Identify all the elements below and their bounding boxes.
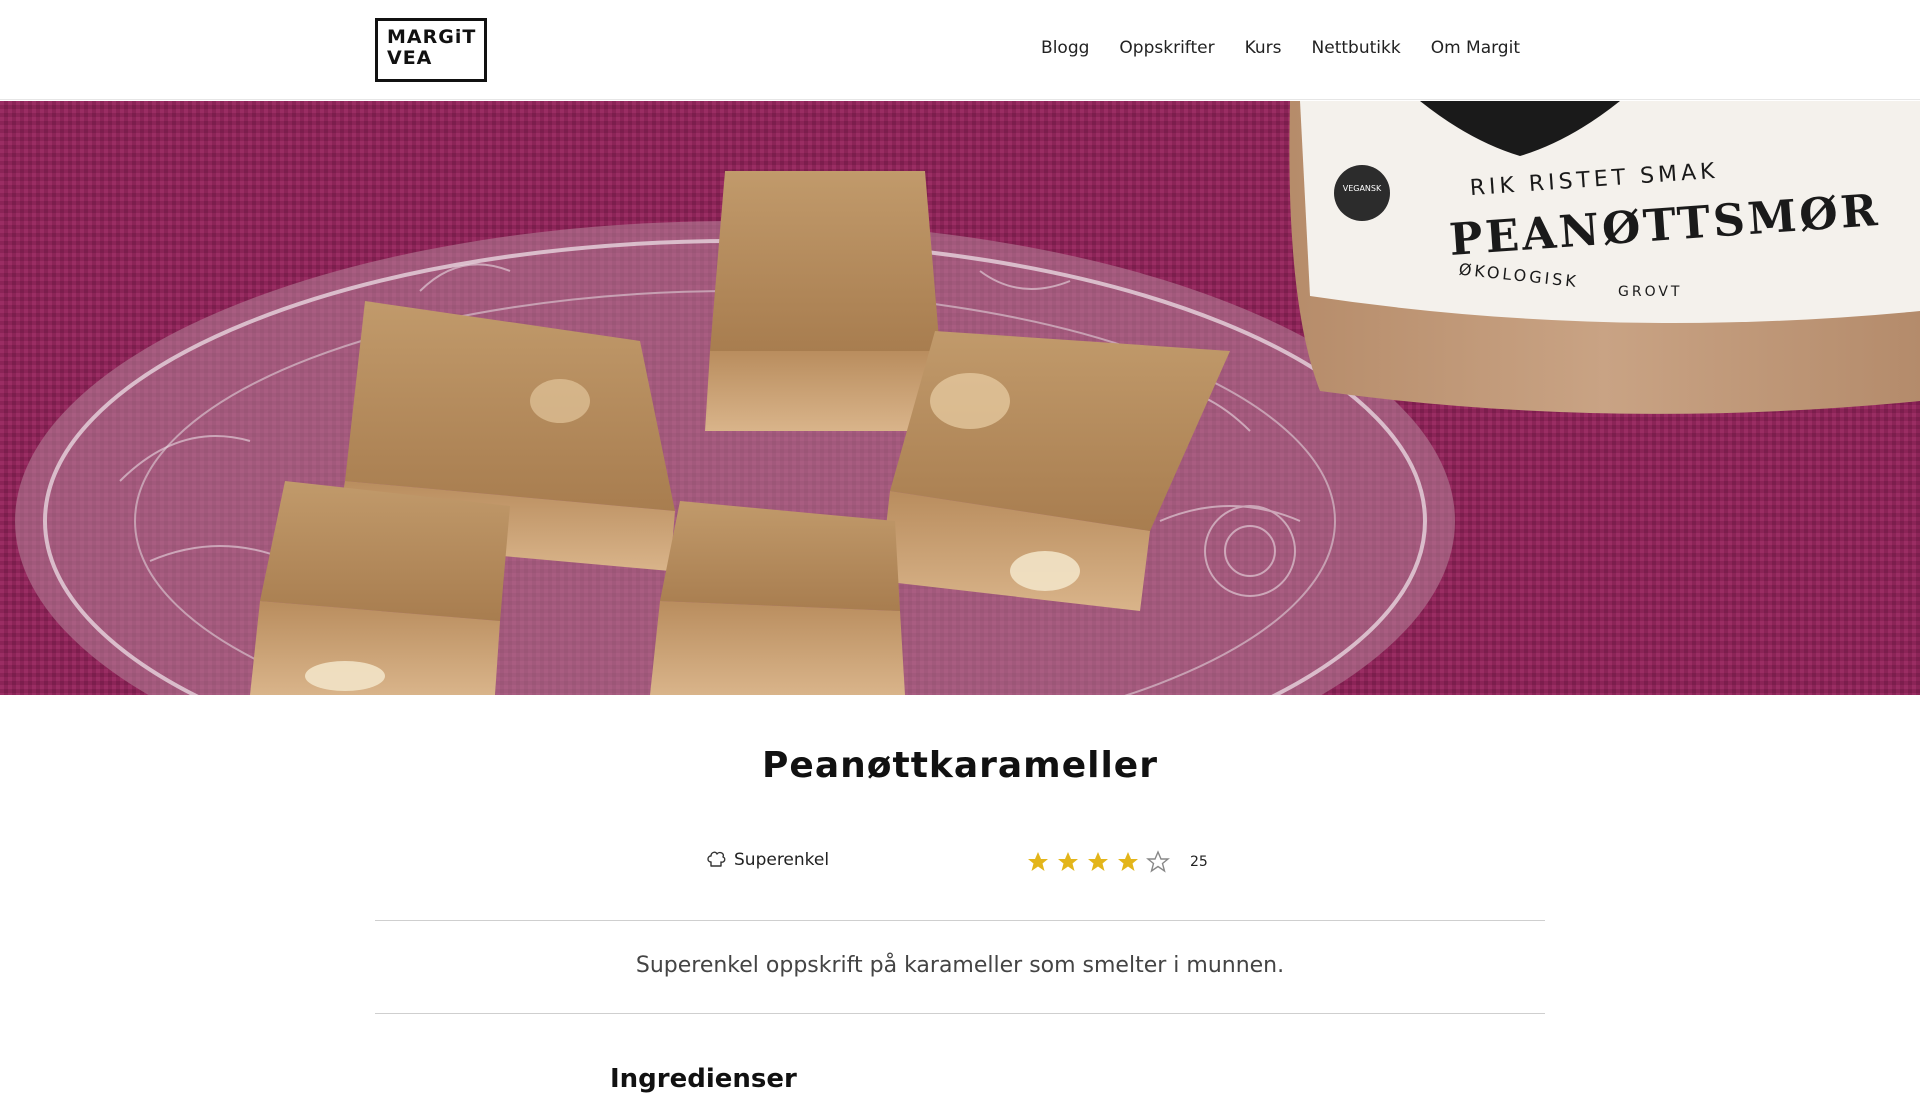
logo-line-1: MARGiT [387,26,477,48]
divider-top [375,920,1545,921]
divider-bottom [375,1013,1545,1014]
site-header: MARGiT VEA Blogg Oppskrifter Kurs Nettbu… [0,0,1920,100]
peanut-butter-jar: VEGANSK RIK RISTET SMAK PEANØTTSMØR ØKOL… [1289,101,1920,414]
star-icon-empty-5[interactable] [1146,850,1170,874]
ingredients-heading: Ingredienser [610,1064,797,1094]
recipe-meta: Superenkel 25 [0,850,1920,876]
recipe-title: Peanøttkarameller [762,745,1158,786]
nav-item-nettbutikk[interactable]: Nettbutikk [1312,38,1401,58]
nav-item-kurs[interactable]: Kurs [1245,38,1282,58]
site-logo[interactable]: MARGiT VEA [375,18,487,82]
star-icon-filled-1[interactable] [1026,850,1050,874]
rating-count: 25 [1190,854,1208,870]
chef-hat-icon [707,851,726,867]
main-nav: Blogg Oppskrifter Kurs Nettbutikk Om Mar… [1041,38,1520,58]
nav-item-blogg[interactable]: Blogg [1041,38,1089,58]
hero-image: VEGANSK RIK RISTET SMAK PEANØTTSMØR ØKOL… [0,101,1920,695]
nav-item-oppskrifter[interactable]: Oppskrifter [1119,38,1214,58]
logo-line-2: VEA [387,47,433,69]
svg-text:GROVT: GROVT [1618,284,1682,300]
star-rating[interactable]: 25 [1026,850,1208,874]
svg-text:VEGANSK: VEGANSK [1343,184,1382,193]
star-icon-filled-3[interactable] [1086,850,1110,874]
hero-photo-illustration: VEGANSK RIK RISTET SMAK PEANØTTSMØR ØKOL… [0,101,1920,695]
difficulty-indicator: Superenkel [706,850,829,870]
recipe-intro: Superenkel oppskrift på karameller som s… [635,953,1285,978]
difficulty-label: Superenkel [734,850,830,870]
star-icon-filled-2[interactable] [1056,850,1080,874]
star-icon-filled-4[interactable] [1116,850,1140,874]
nav-item-om-margit[interactable]: Om Margit [1431,38,1520,58]
